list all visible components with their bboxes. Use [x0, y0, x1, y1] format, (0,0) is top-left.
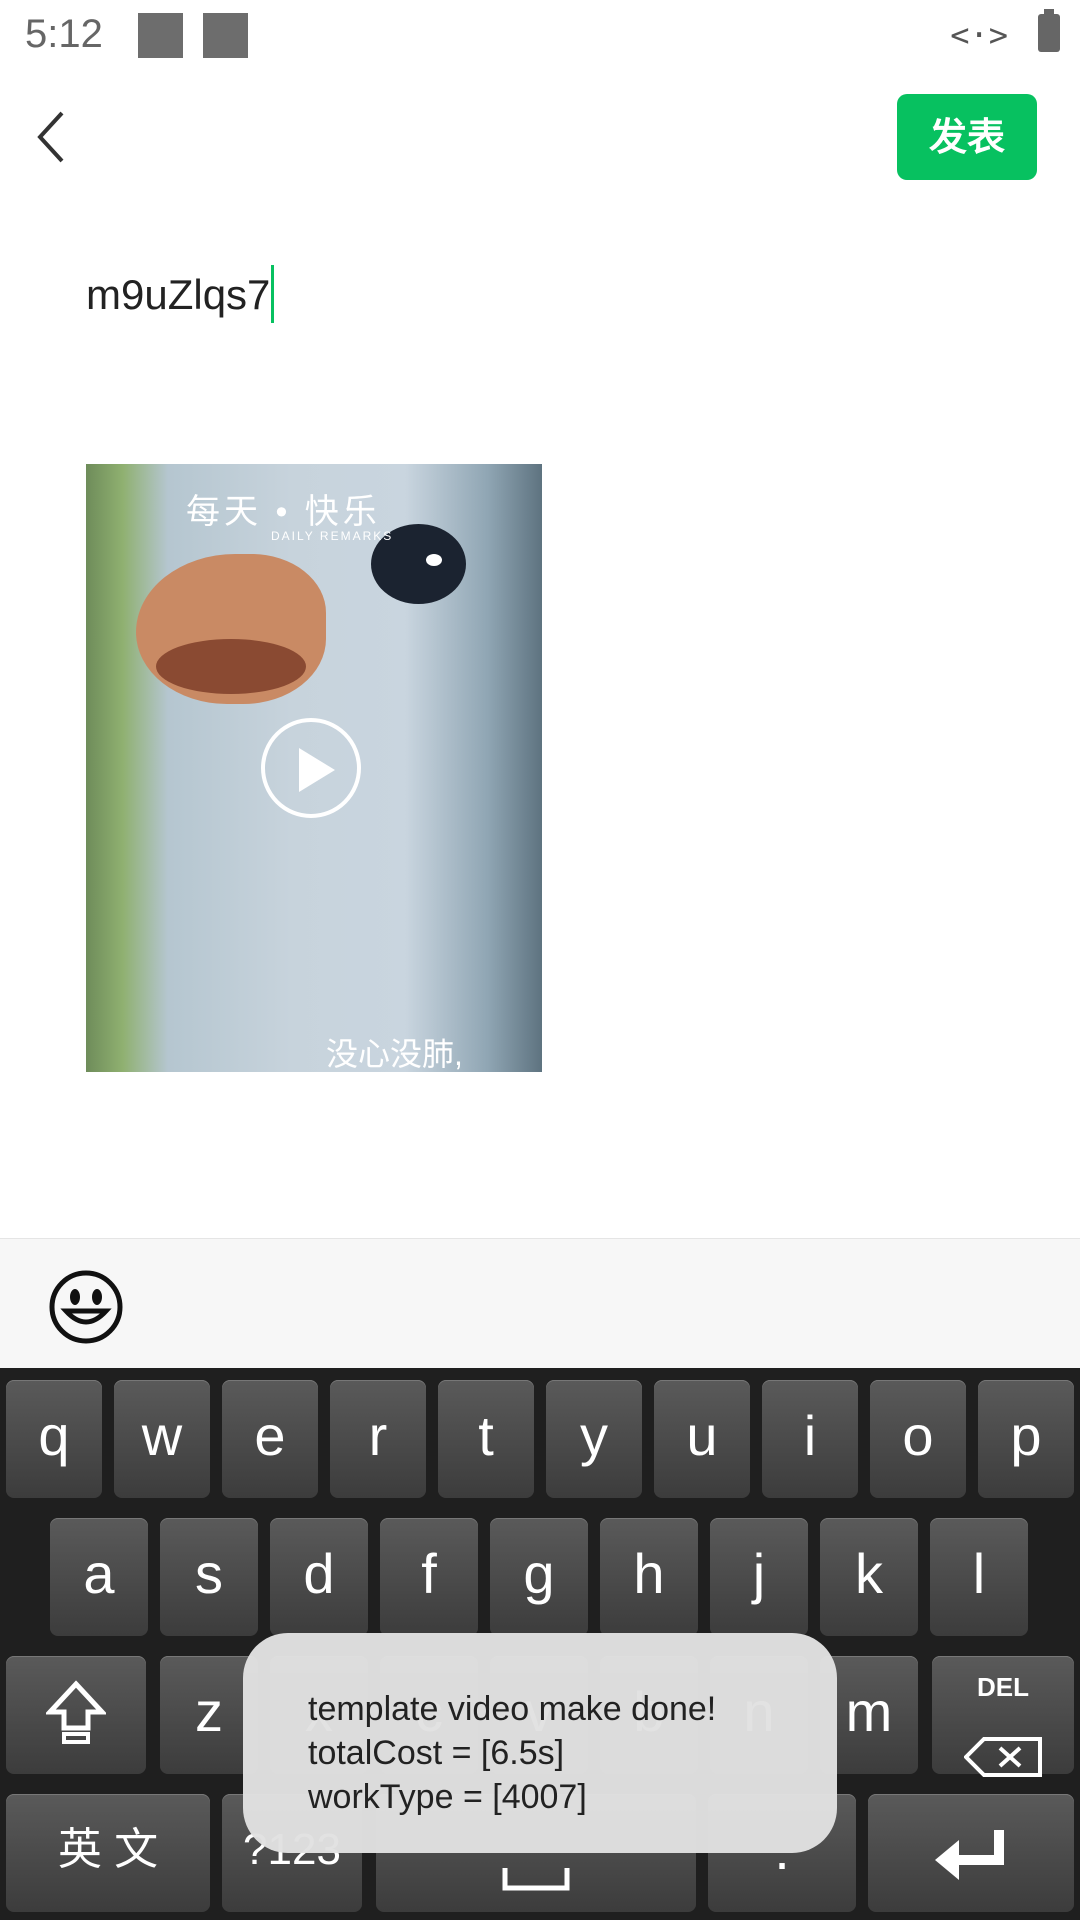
key-g[interactable]: g	[490, 1518, 588, 1636]
key-a[interactable]: a	[50, 1518, 148, 1636]
play-button[interactable]	[261, 718, 361, 818]
battery-icon	[1038, 9, 1060, 52]
delete-key[interactable]: DEL	[932, 1656, 1074, 1777]
video-overlay-title: 每天 • 快乐	[186, 493, 381, 531]
status-time: 5:12	[25, 12, 103, 56]
key-o[interactable]: o	[870, 1380, 966, 1498]
key-l[interactable]: l	[930, 1518, 1028, 1636]
delete-key-label: DEL	[977, 1672, 1029, 1702]
smiley-icon[interactable]	[48, 1269, 124, 1350]
toast-line-3: workType = [4007]	[308, 1778, 587, 1816]
key-r[interactable]: r	[330, 1380, 426, 1498]
key-d[interactable]: d	[270, 1518, 368, 1636]
video-overlay-subtitle: DAILY REMARKS	[271, 529, 394, 543]
key-w[interactable]: w	[114, 1380, 210, 1498]
text-caret	[271, 265, 275, 323]
back-button[interactable]	[30, 105, 80, 170]
code-icon: <·>	[950, 16, 1008, 54]
duck-eye-shine	[426, 554, 442, 566]
key-q[interactable]: q	[6, 1380, 102, 1498]
key-k[interactable]: k	[820, 1518, 918, 1636]
toast-message: template video make done! totalCost = [6…	[243, 1633, 837, 1853]
key-t[interactable]: t	[438, 1380, 534, 1498]
post-text-input[interactable]: m9uZlqs7	[86, 265, 275, 325]
duck-mouth	[156, 639, 306, 694]
language-key[interactable]: 英 文	[6, 1794, 210, 1912]
key-y[interactable]: y	[546, 1380, 642, 1498]
play-icon	[299, 748, 335, 792]
key-j[interactable]: j	[710, 1518, 808, 1636]
key-h[interactable]: h	[600, 1518, 698, 1636]
shift-icon	[44, 1680, 108, 1744]
key-e[interactable]: e	[222, 1380, 318, 1498]
key-p[interactable]: p	[978, 1380, 1074, 1498]
status-bar: 5:12 <·>	[0, 0, 1080, 75]
key-i[interactable]: i	[762, 1380, 858, 1498]
key-f[interactable]: f	[380, 1518, 478, 1636]
enter-icon	[935, 1830, 1004, 1880]
backspace-icon	[963, 1737, 1042, 1777]
notification-icon	[203, 13, 248, 58]
shift-key[interactable]	[6, 1656, 146, 1774]
emoji-bar	[0, 1238, 1080, 1369]
publish-button[interactable]: 发表	[897, 94, 1037, 180]
video-thumbnail[interactable]: 每天 • 快乐 DAILY REMARKS 没心没肺,	[86, 464, 542, 1072]
notification-icon	[138, 13, 183, 58]
space-icon	[502, 1868, 570, 1891]
video-overlay-caption: 没心没肺,	[326, 1036, 463, 1072]
toast-line-1: template video make done!	[308, 1690, 717, 1728]
key-u[interactable]: u	[654, 1380, 750, 1498]
chevron-left-icon	[37, 111, 64, 163]
post-text: m9uZlqs7	[86, 271, 271, 318]
enter-key[interactable]	[868, 1794, 1074, 1912]
key-s[interactable]: s	[160, 1518, 258, 1636]
toast-line-2: totalCost = [6.5s]	[308, 1734, 565, 1772]
